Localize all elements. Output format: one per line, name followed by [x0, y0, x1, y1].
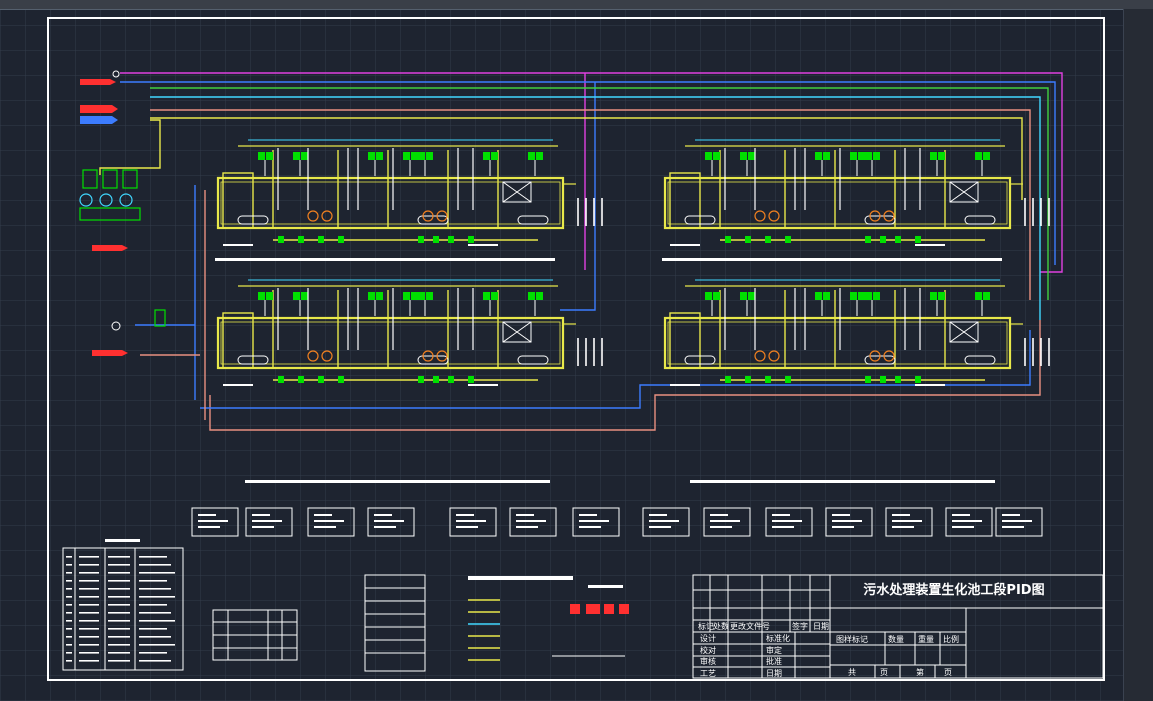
title-block-header-cell: 日期	[813, 622, 829, 631]
title-block-role: 批准	[766, 656, 782, 666]
title-block-header-cell: 处数	[713, 621, 729, 631]
drawing-title: 污水处理装置生化池工段PID图	[863, 582, 1044, 598]
title-block-role: 工艺	[700, 669, 716, 678]
title-block-header-cell: 签字	[792, 621, 808, 631]
inlet-arrow	[92, 350, 128, 356]
title-block-sheet-cell: 页	[944, 668, 952, 677]
title-block-right-header: 比例	[943, 634, 959, 644]
title-block-sheet-cell: 共	[848, 668, 856, 677]
title-block-header-cell: 更改文件号	[730, 621, 770, 631]
title-block-role: 日期	[766, 669, 782, 678]
title-block-role: 标准化	[766, 633, 790, 643]
inlet-arrow	[80, 79, 116, 85]
inlet-arrow	[80, 105, 118, 113]
title-block-right-header: 图样标记	[836, 634, 868, 644]
title-block-role: 审定	[766, 645, 782, 655]
title-block-right-header: 重量	[918, 634, 934, 644]
inlet-arrow	[92, 245, 128, 251]
title-block-role: 设计	[700, 633, 716, 643]
title-block-sheet-cell: 页	[880, 668, 888, 677]
cad-drawing-canvas[interactable]: 污水处理装置生化池工段PID图 标记 处数 更改文件号 签字 日期 设计 标准化…	[0, 0, 1153, 701]
title-block-role: 校对	[700, 645, 716, 655]
title-block-sheet-cell: 第	[916, 667, 924, 677]
inlet-arrow	[80, 116, 118, 124]
title-block-header-cell: 标记	[698, 621, 714, 631]
title-block-right-header: 数量	[888, 634, 904, 644]
title-block-role: 审核	[700, 656, 716, 666]
